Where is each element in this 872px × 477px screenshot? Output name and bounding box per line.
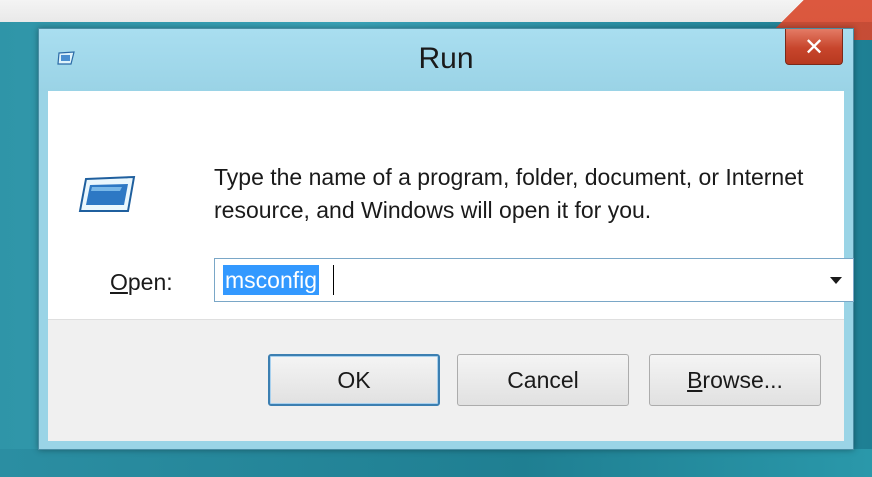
text-caret (333, 265, 334, 295)
cancel-button[interactable]: Cancel (457, 354, 629, 406)
open-label: Open: (110, 267, 173, 297)
close-button[interactable]: ✕ (785, 29, 843, 65)
instruction-text: Type the name of a program, folder, docu… (214, 161, 834, 227)
open-input-selected-text[interactable]: msconfig (223, 265, 320, 295)
browse-label: rowse... (702, 366, 783, 393)
instruction-line-1: Type the name of a program, folder, docu… (214, 164, 804, 190)
open-label-text: pen: (127, 269, 173, 295)
run-dialog: Run ✕ Type the name of a program, folder… (38, 28, 854, 450)
instruction-line-2: resource, and Windows will open it for y… (214, 197, 652, 223)
open-combobox[interactable]: msconfig (214, 258, 854, 302)
ok-button[interactable]: OK (268, 354, 440, 406)
browse-button[interactable]: Browse... (649, 354, 821, 406)
close-icon: ✕ (803, 32, 825, 61)
window-title: Run (418, 42, 474, 75)
open-label-mnemonic: O (110, 269, 128, 295)
run-icon (78, 175, 138, 215)
browse-mnemonic: B (687, 366, 703, 393)
title-bar[interactable]: Run ✕ (39, 29, 853, 91)
desktop-bottom-band (0, 449, 872, 477)
content-area: Type the name of a program, folder, docu… (48, 91, 854, 319)
chevron-down-icon[interactable] (825, 269, 847, 291)
